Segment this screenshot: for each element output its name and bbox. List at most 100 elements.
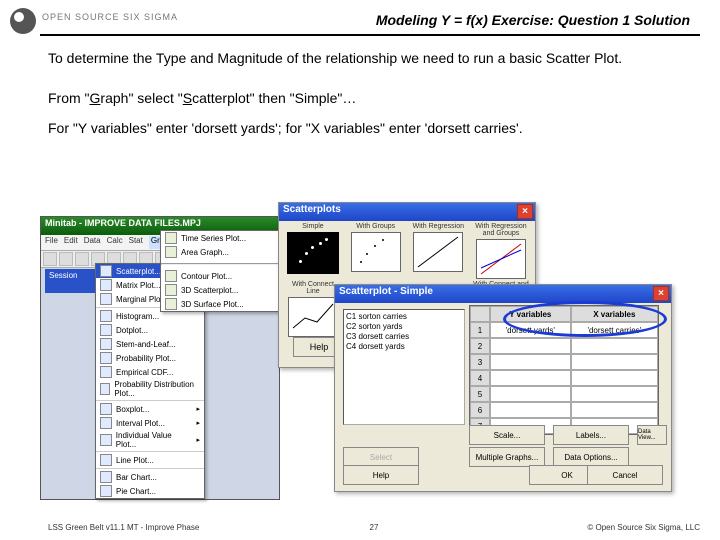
tool-icon[interactable] bbox=[59, 252, 73, 266]
y-variable-cell[interactable]: 'dorsett yards' bbox=[490, 322, 571, 338]
menu-item-dotplot[interactable]: Dotplot... bbox=[96, 323, 204, 337]
data-view-button[interactable]: Data View... bbox=[637, 425, 667, 445]
menu-data[interactable]: Data bbox=[84, 236, 101, 249]
x-variable-cell[interactable]: 'dorsett carries' bbox=[571, 322, 658, 338]
body-paragraph-3: For "Y variables" enter 'dorsett yards';… bbox=[48, 120, 690, 136]
simple-title: Scatterplot - Simple bbox=[339, 286, 433, 297]
row-index: 6 bbox=[470, 402, 490, 418]
probplot-icon bbox=[100, 352, 112, 364]
scatterplot-type-simple[interactable]: Simple bbox=[285, 223, 341, 279]
close-icon[interactable]: × bbox=[517, 204, 533, 219]
table-row[interactable]: 6 bbox=[470, 402, 658, 418]
menu-stat[interactable]: Stat bbox=[129, 236, 143, 249]
table-row[interactable]: 3 bbox=[470, 354, 658, 370]
header-rule bbox=[40, 34, 700, 36]
menu-item-label: Interval Plot... bbox=[116, 419, 165, 428]
menu-item-contour[interactable]: Contour Plot... bbox=[161, 269, 279, 283]
menu-item-ecdf[interactable]: Empirical CDF... bbox=[96, 365, 204, 379]
thumb-connect-icon bbox=[288, 297, 338, 337]
menu-item-label: Matrix Plot... bbox=[116, 281, 160, 290]
menu-item-prob-dist[interactable]: Probability Distribution Plot... bbox=[96, 379, 204, 399]
row-index: 4 bbox=[470, 370, 490, 386]
menu-item-areagraph[interactable]: Area Graph... bbox=[161, 245, 279, 259]
row-index: 3 bbox=[470, 354, 490, 370]
area-icon bbox=[165, 246, 177, 258]
menu-file[interactable]: File bbox=[45, 236, 58, 249]
probdist-icon bbox=[100, 383, 110, 395]
tool-icon[interactable] bbox=[75, 252, 89, 266]
menu-item-piechart[interactable]: Pie Chart... bbox=[96, 484, 204, 498]
p2-mid1: raph" select " bbox=[100, 90, 182, 106]
table-row[interactable]: 1 'dorsett yards' 'dorsett carries' bbox=[470, 322, 658, 338]
menu-item-label: 3D Surface Plot... bbox=[181, 300, 244, 309]
scatterplot-type-regression-groups[interactable]: With Regression and Groups bbox=[473, 223, 529, 279]
menu-item-label: Bar Chart... bbox=[116, 473, 157, 482]
help-button[interactable]: Help bbox=[343, 465, 419, 485]
menu-item-barchart[interactable]: Bar Chart... bbox=[96, 470, 204, 484]
thumb-regression-icon bbox=[413, 232, 463, 272]
line-icon bbox=[100, 454, 112, 466]
scatterplots-title: Scatterplots bbox=[283, 204, 341, 215]
cancel-button[interactable]: Cancel bbox=[587, 465, 663, 485]
slide-header: OPEN SOURCE SIX SIGMA Modeling Y = f(x) … bbox=[0, 0, 720, 40]
scatterplot-type-connect[interactable]: With Connect Line bbox=[285, 281, 341, 337]
menu-item-boxplot[interactable]: Boxplot... bbox=[96, 402, 204, 416]
menu-item-ivplot[interactable]: Individual Value Plot... bbox=[96, 430, 204, 450]
p2-graph-hotkey: G bbox=[90, 90, 101, 106]
menu-item-label: Scatterplot... bbox=[116, 267, 161, 276]
labels-button[interactable]: Labels... bbox=[553, 425, 629, 445]
slide-footer: LSS Green Belt v11.1 MT - Improve Phase … bbox=[48, 523, 700, 532]
row-index: 5 bbox=[470, 386, 490, 402]
col-y-header: Y variables bbox=[490, 306, 571, 322]
scatterplot-type-regression[interactable]: With Regression bbox=[410, 223, 466, 279]
data-options-button[interactable]: Data Options... bbox=[553, 447, 629, 467]
simple-titlebar: Scatterplot - Simple × bbox=[335, 285, 671, 303]
menu-item-label: Probability Plot... bbox=[116, 354, 176, 363]
table-row[interactable]: 2 bbox=[470, 338, 658, 354]
multiple-graphs-button[interactable]: Multiple Graphs... bbox=[469, 447, 545, 467]
list-item[interactable]: C1 sorton carries bbox=[346, 312, 462, 322]
close-icon[interactable]: × bbox=[653, 286, 669, 301]
ivplot-icon bbox=[100, 434, 112, 446]
variable-listbox[interactable]: C1 sorton carries C2 sorton yards C3 dor… bbox=[343, 309, 465, 425]
brand-label: OPEN SOURCE SIX SIGMA bbox=[42, 12, 178, 22]
interval-icon bbox=[100, 417, 112, 429]
menu-item-lineplot[interactable]: Line Plot... bbox=[96, 453, 204, 467]
list-item[interactable]: C3 dorsett carries bbox=[346, 332, 462, 342]
scale-button[interactable]: Scale... bbox=[469, 425, 545, 445]
menu-item-3dscatter[interactable]: 3D Scatterplot... bbox=[161, 283, 279, 297]
menu-item-timeseries[interactable]: Time Series Plot... bbox=[161, 231, 279, 245]
list-item[interactable]: C2 sorton yards bbox=[346, 322, 462, 332]
footer-left: LSS Green Belt v11.1 MT - Improve Phase bbox=[48, 523, 199, 532]
menu-item-label: Pie Chart... bbox=[116, 487, 156, 496]
menu-item-stemleaf[interactable]: Stem-and-Leaf... bbox=[96, 337, 204, 351]
option-label: With Regression bbox=[413, 223, 464, 230]
menu-item-3dsurface[interactable]: 3D Surface Plot... bbox=[161, 297, 279, 311]
menu-item-label: Histogram... bbox=[116, 312, 159, 321]
body-paragraph-2: From "Graph" select "Scatterplot" then "… bbox=[48, 90, 690, 106]
marginal-icon bbox=[100, 293, 112, 305]
menu-item-label: Empirical CDF... bbox=[116, 368, 173, 377]
thumb-simple-icon bbox=[287, 232, 339, 274]
menu-item-label: Probability Distribution Plot... bbox=[114, 380, 200, 398]
menu-edit[interactable]: Edit bbox=[64, 236, 78, 249]
menu-calc[interactable]: Calc bbox=[107, 236, 123, 249]
table-row[interactable]: 5 bbox=[470, 386, 658, 402]
footer-page-number: 27 bbox=[370, 523, 379, 532]
scatterplot-type-groups[interactable]: With Groups bbox=[348, 223, 404, 279]
dotplot-icon bbox=[100, 324, 112, 336]
tool-icon[interactable] bbox=[43, 252, 57, 266]
menu-item-probplot[interactable]: Probability Plot... bbox=[96, 351, 204, 365]
minitab-title: Minitab - IMPROVE DATA FILES.MPJ bbox=[45, 218, 201, 228]
menu-item-label: Boxplot... bbox=[116, 405, 149, 414]
boxplot-icon bbox=[100, 403, 112, 415]
option-label: With Regression and Groups bbox=[475, 223, 526, 237]
option-label: With Groups bbox=[356, 223, 395, 230]
xy-variables-table[interactable]: Y variables X variables 1 'dorsett yards… bbox=[469, 305, 659, 435]
list-item[interactable]: C4 dorsett yards bbox=[346, 342, 462, 352]
graph-dropdown-menu-tail[interactable]: Time Series Plot... Area Graph... Contou… bbox=[160, 230, 280, 312]
brand-logo-icon bbox=[10, 8, 36, 34]
table-row[interactable]: 4 bbox=[470, 370, 658, 386]
menu-item-intervalplot[interactable]: Interval Plot... bbox=[96, 416, 204, 430]
select-button: Select bbox=[343, 447, 419, 467]
